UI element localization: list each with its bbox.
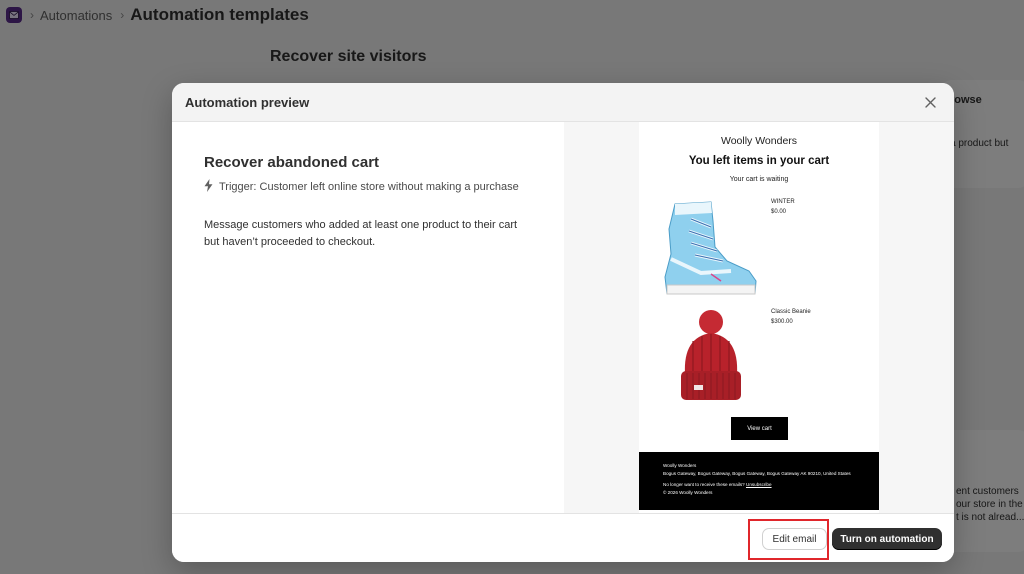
trigger-row: Trigger: Customer left online store with… xyxy=(204,179,564,195)
automation-preview-modal: Automation preview Recover abandoned car… xyxy=(172,83,954,562)
view-cart-button[interactable]: View cart xyxy=(731,417,788,440)
footer-copyright: © 2026 Woolly Wonders xyxy=(663,489,713,495)
footer-unsubscribe-row: No longer want to receive these emails? … xyxy=(663,481,855,489)
product-name: WINTER xyxy=(771,199,795,205)
product-price: $0.00 xyxy=(771,209,787,215)
email-preview-pane[interactable]: Woolly Wonders You left items in your ca… xyxy=(564,122,954,513)
email-subheading: Your cart is waiting xyxy=(729,176,789,183)
email-headline: You left items in your cart xyxy=(688,155,830,167)
modal-body: Recover abandoned cart Trigger: Customer… xyxy=(172,122,954,513)
footer-unsubscribe-text: No longer want to receive these emails? xyxy=(663,482,745,487)
automation-description: Message customers who added at least one… xyxy=(204,219,518,248)
automation-name: Recover abandoned cart xyxy=(204,154,380,171)
footer-address: Bogus Gateway, Bogus Gateway, Bogus Gate… xyxy=(663,470,851,476)
turn-on-automation-button[interactable]: Turn on automation xyxy=(832,528,942,550)
modal-footer: Edit email Turn on automation xyxy=(172,513,954,562)
automation-details: Recover abandoned cart Trigger: Customer… xyxy=(172,122,564,513)
email-preview: Woolly Wonders You left items in your ca… xyxy=(639,122,879,513)
trigger-text: Trigger: Customer left online store with… xyxy=(219,181,519,193)
close-icon[interactable] xyxy=(919,91,941,113)
snowboard-boot-image xyxy=(661,199,761,299)
email-product-item: Classic Beanie $300.00 xyxy=(661,309,861,409)
unsubscribe-link[interactable]: Unsubscribe xyxy=(746,482,772,487)
footer-company: Woolly Wonders xyxy=(663,463,697,468)
modal-header: Automation preview xyxy=(172,83,954,122)
email-product-item: WINTER $0.00 xyxy=(661,199,861,299)
email-footer: Woolly Wonders Bogus Gateway, Bogus Gate… xyxy=(639,452,879,510)
modal-title: Automation preview xyxy=(185,94,310,110)
lightning-icon xyxy=(204,179,213,195)
product-price: $300.00 xyxy=(771,319,793,325)
email-shop-name: Woolly Wonders xyxy=(720,135,798,147)
edit-email-button[interactable]: Edit email xyxy=(762,528,827,550)
beanie-image xyxy=(661,309,761,409)
product-name: Classic Beanie xyxy=(771,309,811,315)
